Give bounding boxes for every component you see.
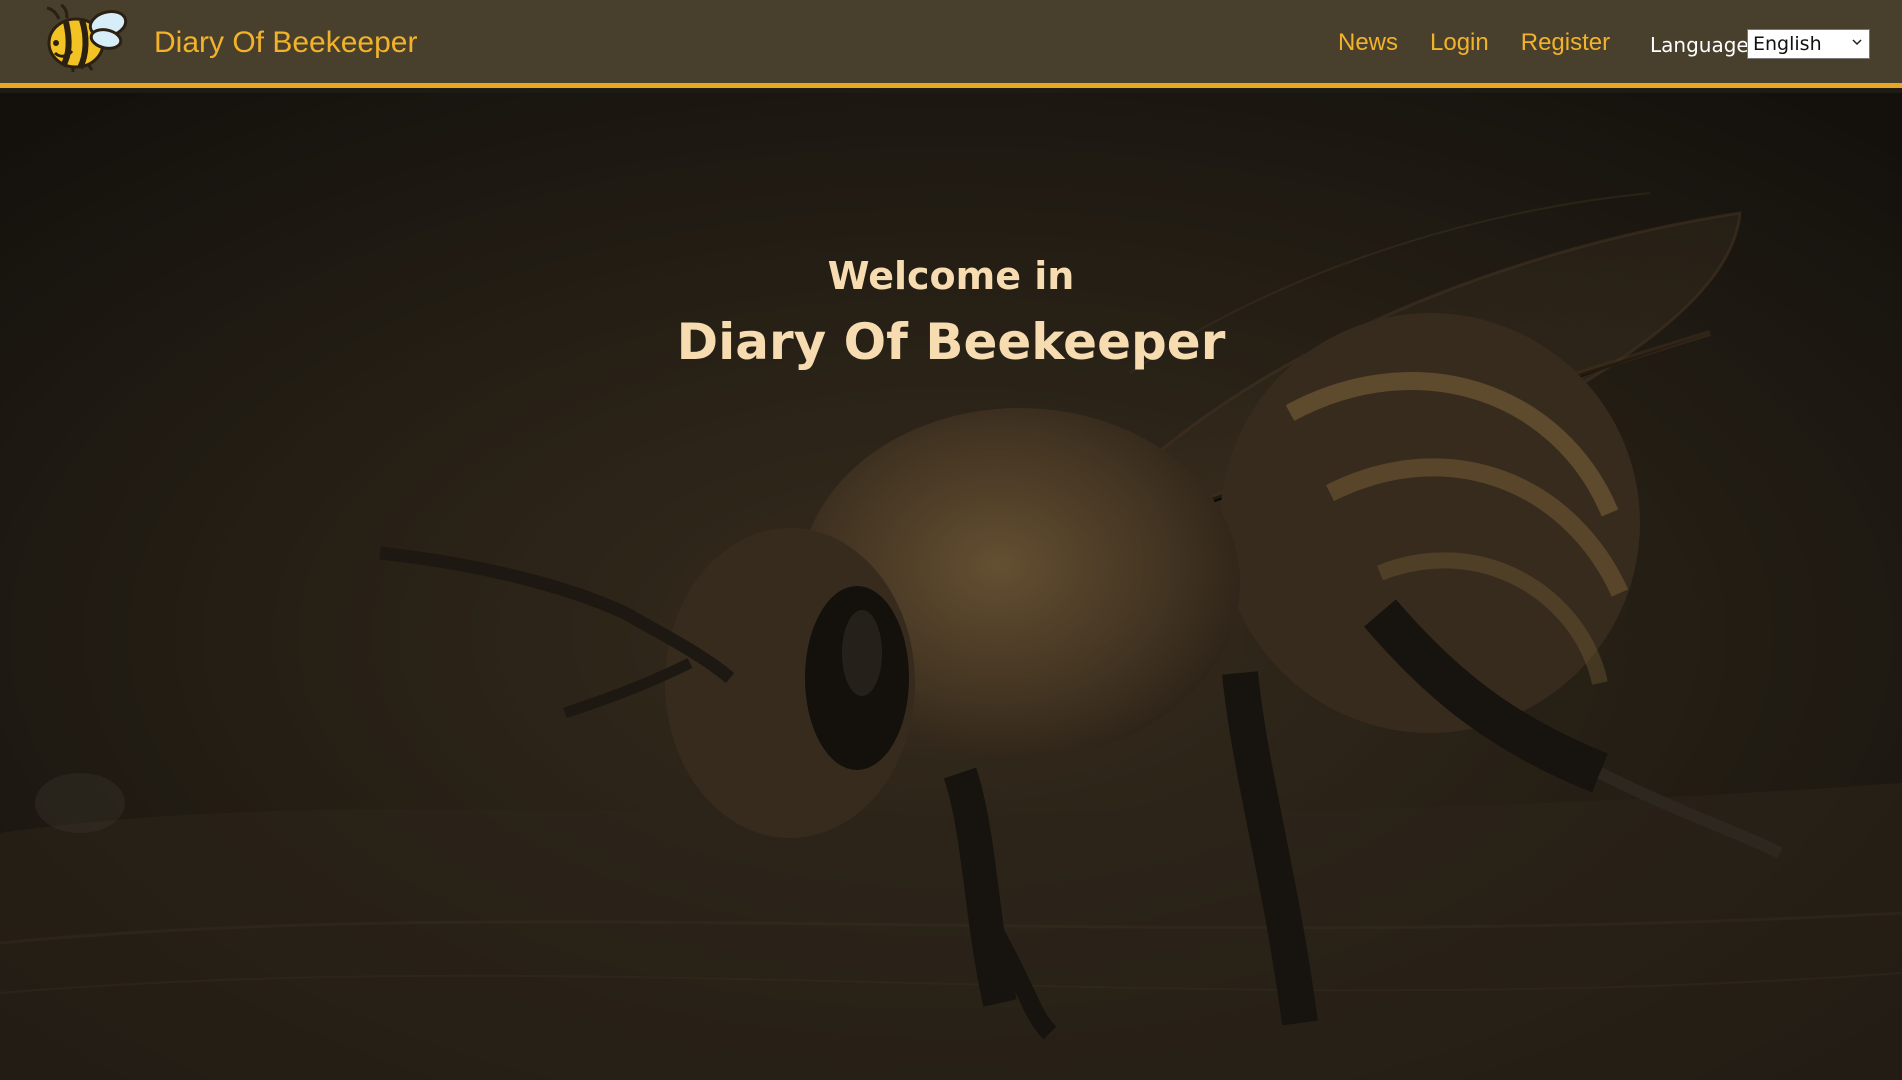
chevron-down-icon	[1852, 39, 1862, 46]
hero-dark-overlay	[0, 93, 1902, 1080]
navbar: Diary Of Beekeeper News Login Register L…	[0, 0, 1902, 88]
register-link[interactable]: Register	[1521, 28, 1610, 58]
login-link[interactable]: Login	[1430, 28, 1489, 58]
hero-title: Diary Of Beekeeper	[676, 312, 1226, 371]
language-select-value: English	[1753, 33, 1822, 55]
language-label: Language	[1650, 33, 1749, 57]
language-select[interactable]: English	[1747, 29, 1870, 59]
bee-logo-icon[interactable]	[38, 4, 128, 74]
hero-welcome-text: Welcome in	[827, 253, 1075, 298]
hero-section: Welcome in Diary Of Beekeeper	[0, 93, 1902, 1080]
main-navigation: News Login Register	[1338, 28, 1642, 58]
news-link[interactable]: News	[1338, 28, 1398, 58]
brand-title[interactable]: Diary Of Beekeeper	[154, 26, 417, 60]
